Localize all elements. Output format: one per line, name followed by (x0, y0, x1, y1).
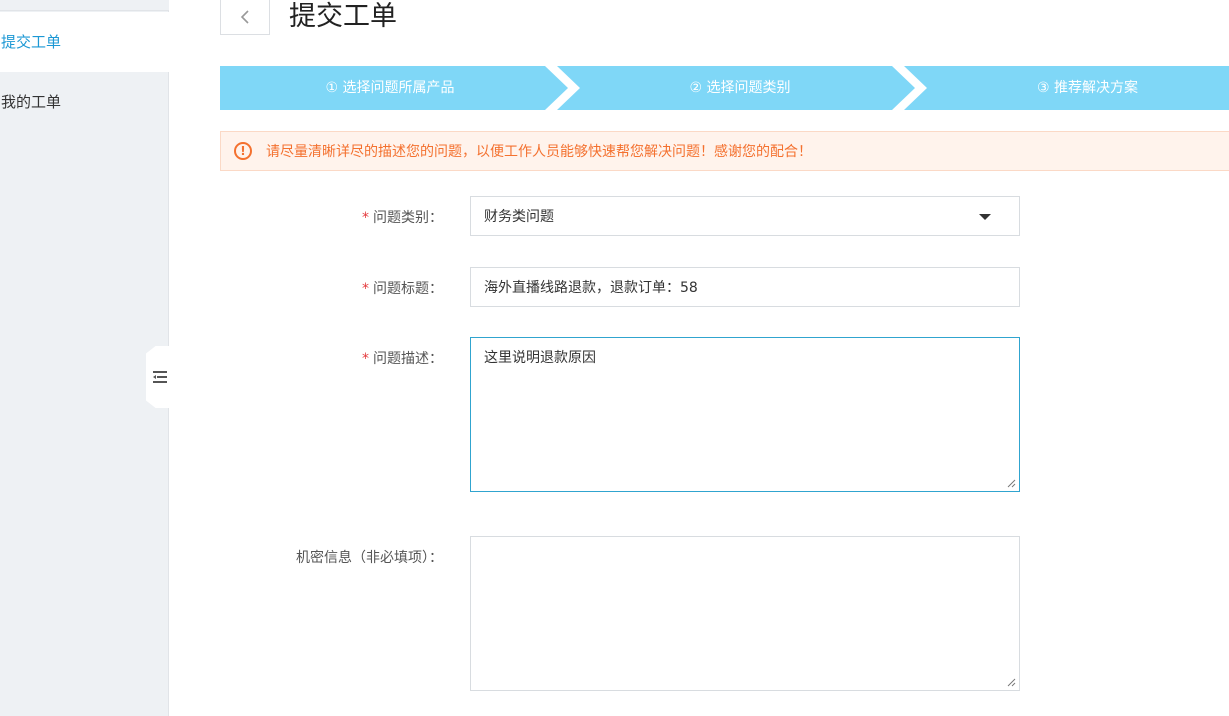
title-label: * 问题标题： (362, 278, 443, 298)
required-marker: * (362, 210, 369, 226)
back-button[interactable] (220, 0, 270, 35)
step-2-label: ② 选择问题类别 (689, 80, 791, 96)
secret-label: 机密信息（非必填项）： (296, 550, 443, 566)
description-textarea[interactable]: 这里说明退款原因 (470, 337, 1020, 492)
step-1-label: ① 选择问题所属产品 (325, 80, 455, 96)
required-marker: * (362, 351, 369, 367)
sidebar-item-submit-ticket[interactable]: 提交工单 (0, 12, 169, 72)
category-label-text: 问题类别： (373, 210, 443, 226)
secret-textarea[interactable] (470, 536, 1020, 691)
sidebar-item-label: 我的工单 (1, 93, 62, 111)
category-select[interactable]: 财务类问题 (470, 196, 1020, 236)
caret-down-icon (979, 214, 991, 220)
sidebar-collapse-handle[interactable] (146, 346, 170, 408)
required-marker: * (362, 281, 369, 297)
title-input-value: 海外直播线路退款，退款订单：58 (484, 280, 698, 296)
sidebar-item-my-tickets[interactable]: 我的工单 (0, 72, 169, 132)
notice-alert: ! 请尽量清晰详尽的描述您的问题，以便工作人员能够快速帮您解决问题！感谢您的配合… (220, 131, 1229, 171)
collapse-menu-icon (153, 371, 167, 383)
title-input[interactable]: 海外直播线路退款，退款订单：58 (470, 267, 1020, 307)
title-label-text: 问题标题： (373, 281, 443, 297)
sidebar-top-strip (0, 0, 169, 11)
step-progress: ① 选择问题所属产品 ② 选择问题类别 ③ 推荐解决方案 (220, 66, 1229, 110)
sidebar-item-label: 提交工单 (1, 33, 62, 51)
category-label: * 问题类别： (362, 207, 443, 227)
resize-grip-icon[interactable] (1006, 478, 1016, 488)
description-textarea-value: 这里说明退款原因 (484, 350, 596, 366)
page-title: 提交工单 (289, 1, 397, 32)
alert-text: 请尽量清晰详尽的描述您的问题，以便工作人员能够快速帮您解决问题！感谢您的配合！ (266, 144, 812, 160)
description-label-text: 问题描述： (373, 351, 443, 367)
description-label: * 问题描述： (362, 348, 443, 368)
exclamation-circle-icon: ! (234, 142, 252, 160)
category-selected-value: 财务类问题 (484, 209, 554, 225)
step-3-label: ③ 推荐解决方案 (1036, 80, 1138, 96)
chevron-left-icon (240, 10, 249, 24)
sidebar: 提交工单 我的工单 (0, 0, 169, 716)
resize-grip-icon[interactable] (1006, 677, 1016, 687)
